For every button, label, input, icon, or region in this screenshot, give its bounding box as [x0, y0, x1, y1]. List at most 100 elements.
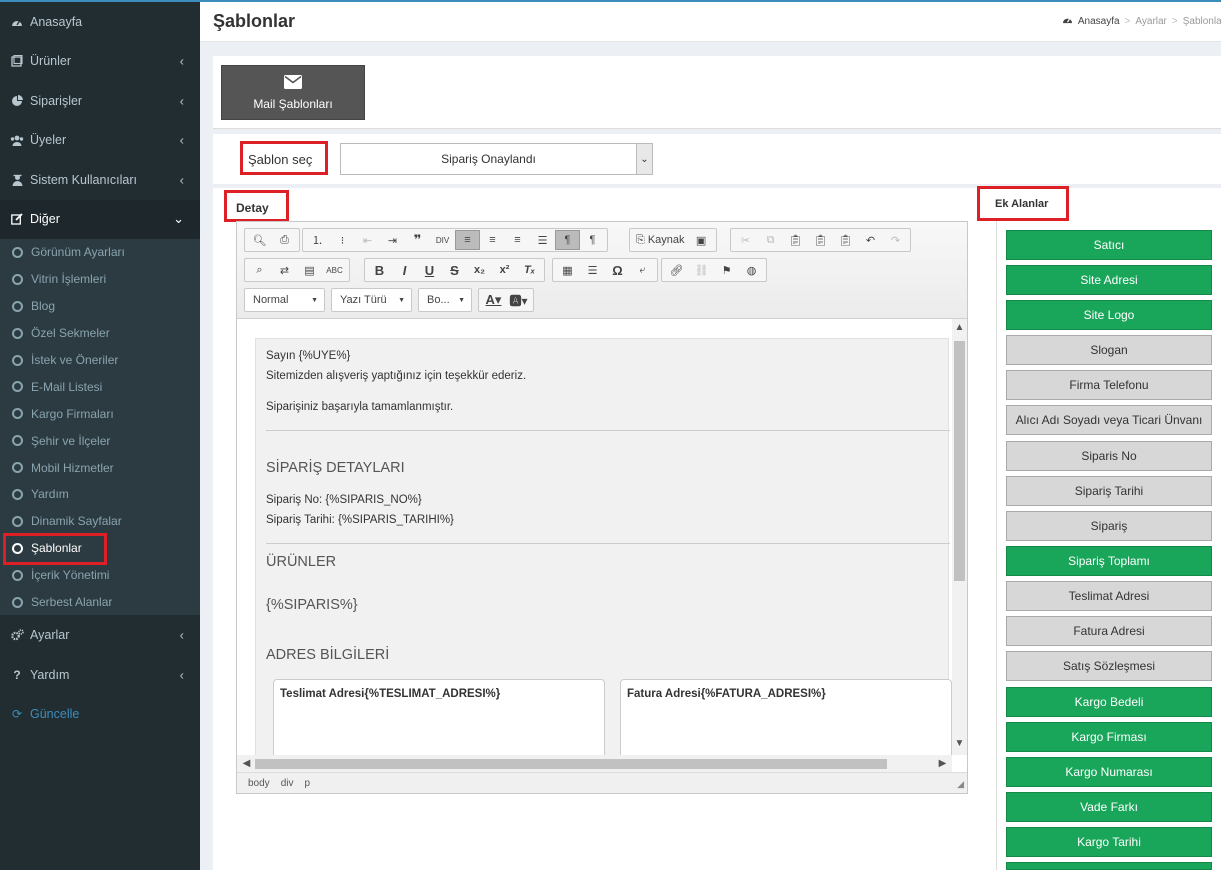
- sidebar-item-diger[interactable]: Diğer ⌄: [0, 199, 200, 239]
- underline-icon[interactable]: U: [417, 260, 442, 280]
- sidebar-item-uyeler[interactable]: Üyeler ‹: [0, 121, 200, 161]
- strikethrough-icon[interactable]: S: [442, 260, 467, 280]
- extra-field-button-partial[interactable]: [1006, 862, 1212, 870]
- align-right-icon[interactable]: ≡: [505, 230, 530, 250]
- sidebar-item-siparisler[interactable]: Siparişler ‹: [0, 81, 200, 121]
- submenu-item-blog[interactable]: Blog: [0, 293, 200, 320]
- source-button[interactable]: ⎘ Kaynak: [632, 230, 689, 250]
- unlink-icon[interactable]: ⛓: [689, 260, 714, 280]
- submenu-item-vitrin-islemleri[interactable]: Vitrin İşlemleri: [0, 266, 200, 293]
- link-icon[interactable]: 🔗︎: [664, 260, 689, 280]
- extra-field-button[interactable]: Sipariş Toplamı: [1006, 546, 1212, 576]
- submenu-item-yardim[interactable]: Yardım: [0, 481, 200, 508]
- extra-field-button[interactable]: Slogan: [1006, 335, 1212, 365]
- align-center-icon[interactable]: ≡: [480, 230, 505, 250]
- italic-icon[interactable]: I: [392, 260, 417, 280]
- spellcheck-icon[interactable]: ABC: [322, 260, 347, 280]
- submenu-item-gorunum-ayarlari[interactable]: Görünüm Ayarları: [0, 239, 200, 266]
- submenu-item-kargo-firmalari[interactable]: Kargo Firmaları: [0, 400, 200, 427]
- mail-templates-button[interactable]: Mail Şablonları: [221, 65, 365, 120]
- submenu-item-serbest-alanlar[interactable]: Serbest Alanlar: [0, 589, 200, 616]
- bullet-list-icon[interactable]: ⁝: [330, 230, 355, 250]
- anchor-flag-icon[interactable]: ⚑: [714, 260, 739, 280]
- template-select[interactable]: Sipariş Onaylandı ⌄: [340, 143, 653, 175]
- subscript-icon[interactable]: x₂: [467, 260, 492, 280]
- sidebar-item-anasayfa[interactable]: Anasayfa: [0, 2, 200, 42]
- sidebar-item-urunler[interactable]: Ürünler ‹: [0, 42, 200, 82]
- remove-format-icon[interactable]: Tₓ: [517, 260, 542, 280]
- text-color-icon[interactable]: A▾: [481, 290, 506, 310]
- special-char-icon[interactable]: Ω: [605, 260, 630, 280]
- submenu-item-email-listesi[interactable]: E-Mail Listesi: [0, 373, 200, 400]
- undo-icon[interactable]: ↶: [858, 230, 883, 250]
- extra-field-button[interactable]: Fatura Adresi: [1006, 616, 1212, 646]
- align-left-icon[interactable]: ≡: [455, 230, 480, 250]
- vertical-scroll-thumb[interactable]: [954, 341, 965, 581]
- horizontal-scrollbar[interactable]: ◀ ▶: [237, 755, 952, 772]
- page-break-icon[interactable]: ⤶: [630, 260, 655, 280]
- background-color-icon[interactable]: 🅰︎▾: [506, 290, 531, 310]
- maximize-icon[interactable]: ▣: [689, 230, 714, 250]
- sidebar-item-ayarlar[interactable]: Ayarlar ‹: [0, 615, 200, 655]
- bold-icon[interactable]: B: [367, 260, 392, 280]
- extra-field-button[interactable]: Sipariş Tarihi: [1006, 476, 1212, 506]
- scroll-down-icon[interactable]: ▼: [952, 737, 967, 751]
- redo-icon[interactable]: ↷: [883, 230, 908, 250]
- paste-word-icon[interactable]: 📋︎: [833, 230, 858, 250]
- extra-field-button[interactable]: Site Logo: [1006, 300, 1212, 330]
- numbered-list-icon[interactable]: ⒈: [305, 230, 330, 250]
- div-container-icon[interactable]: DIV: [430, 230, 455, 250]
- extra-field-button[interactable]: Site Adresi: [1006, 265, 1212, 295]
- find-icon[interactable]: ⌕: [247, 260, 272, 280]
- blockquote-icon[interactable]: ❞: [405, 230, 430, 250]
- resize-grip-icon[interactable]: ◢: [957, 779, 964, 790]
- scroll-right-icon[interactable]: ▶: [935, 755, 950, 772]
- indent-icon[interactable]: ⇥: [380, 230, 405, 250]
- table-icon[interactable]: ▦: [555, 260, 580, 280]
- scroll-left-icon[interactable]: ◀: [239, 755, 254, 772]
- submenu-item-mobil-hizmetler[interactable]: Mobil Hizmetler: [0, 454, 200, 481]
- submenu-item-ozel-sekmeler[interactable]: Özel Sekmeler: [0, 320, 200, 347]
- sidebar-item-guncelle[interactable]: ⟳ Güncelle: [0, 694, 200, 734]
- extra-field-button[interactable]: Kargo Firması: [1006, 722, 1212, 752]
- cut-icon[interactable]: ✂: [733, 230, 758, 250]
- extra-field-button[interactable]: Sipariş: [1006, 511, 1212, 541]
- replace-icon[interactable]: ⇄: [272, 260, 297, 280]
- sidebar-item-sistem-kullanicilari[interactable]: Sistem Kullanıcıları ‹: [0, 160, 200, 200]
- editor-content-area[interactable]: Sayın {%UYE%} Sitemizden alışveriş yaptı…: [237, 319, 967, 772]
- path-div[interactable]: div: [281, 778, 294, 789]
- paste-icon[interactable]: 📋︎: [783, 230, 808, 250]
- horizontal-scroll-thumb[interactable]: [255, 759, 887, 769]
- submenu-item-dinamik-sayfalar[interactable]: Dinamik Sayfalar: [0, 508, 200, 535]
- vertical-scrollbar[interactable]: ▲ ▼: [952, 319, 967, 755]
- rtl-icon[interactable]: ¶: [580, 230, 605, 250]
- submenu-item-sablonlar[interactable]: Şablonlar: [0, 535, 200, 562]
- superscript-icon[interactable]: x²: [492, 260, 517, 280]
- breadcrumb-ayarlar[interactable]: Ayarlar: [1135, 16, 1167, 27]
- extra-field-button[interactable]: Alıcı Adı Soyadı veya Ticari Ünvanı: [1006, 405, 1212, 435]
- submenu-item-sehir-ve-ilceler[interactable]: Şehir ve İlçeler: [0, 427, 200, 454]
- outdent-icon[interactable]: ⇤: [355, 230, 380, 250]
- extra-field-button[interactable]: Satıcı: [1006, 230, 1212, 260]
- extra-field-button[interactable]: Vade Farkı: [1006, 792, 1212, 822]
- path-body[interactable]: body: [248, 778, 270, 789]
- extra-field-button[interactable]: Kargo Tarihi: [1006, 827, 1212, 857]
- submenu-item-istek-ve-oneriler[interactable]: İstek ve Öneriler: [0, 347, 200, 374]
- breadcrumb-home[interactable]: Anasayfa: [1078, 16, 1120, 27]
- print-icon[interactable]: ⎙: [272, 230, 297, 250]
- preview-icon[interactable]: 🔍︎: [247, 230, 272, 250]
- sidebar-item-yardim[interactable]: ? Yardım ‹: [0, 655, 200, 695]
- extra-field-button[interactable]: Siparis No: [1006, 441, 1212, 471]
- select-all-icon[interactable]: ▤: [297, 260, 322, 280]
- font-combo[interactable]: Yazı Türü ▼: [331, 288, 412, 312]
- submenu-item-icerik-yonetimi[interactable]: İçerik Yönetimi: [0, 562, 200, 589]
- horizontal-line-icon[interactable]: ☰: [580, 260, 605, 280]
- font-size-combo[interactable]: Bo... ▼: [418, 288, 472, 312]
- extra-field-button[interactable]: Kargo Numarası: [1006, 757, 1212, 787]
- extra-field-button[interactable]: Satış Sözleşmesi: [1006, 651, 1212, 681]
- format-combo[interactable]: Normal ▼: [244, 288, 325, 312]
- path-p[interactable]: p: [304, 778, 310, 789]
- copy-icon[interactable]: ⧉: [758, 230, 783, 250]
- paste-text-icon[interactable]: 📋︎: [808, 230, 833, 250]
- ltr-icon[interactable]: ¶: [555, 230, 580, 250]
